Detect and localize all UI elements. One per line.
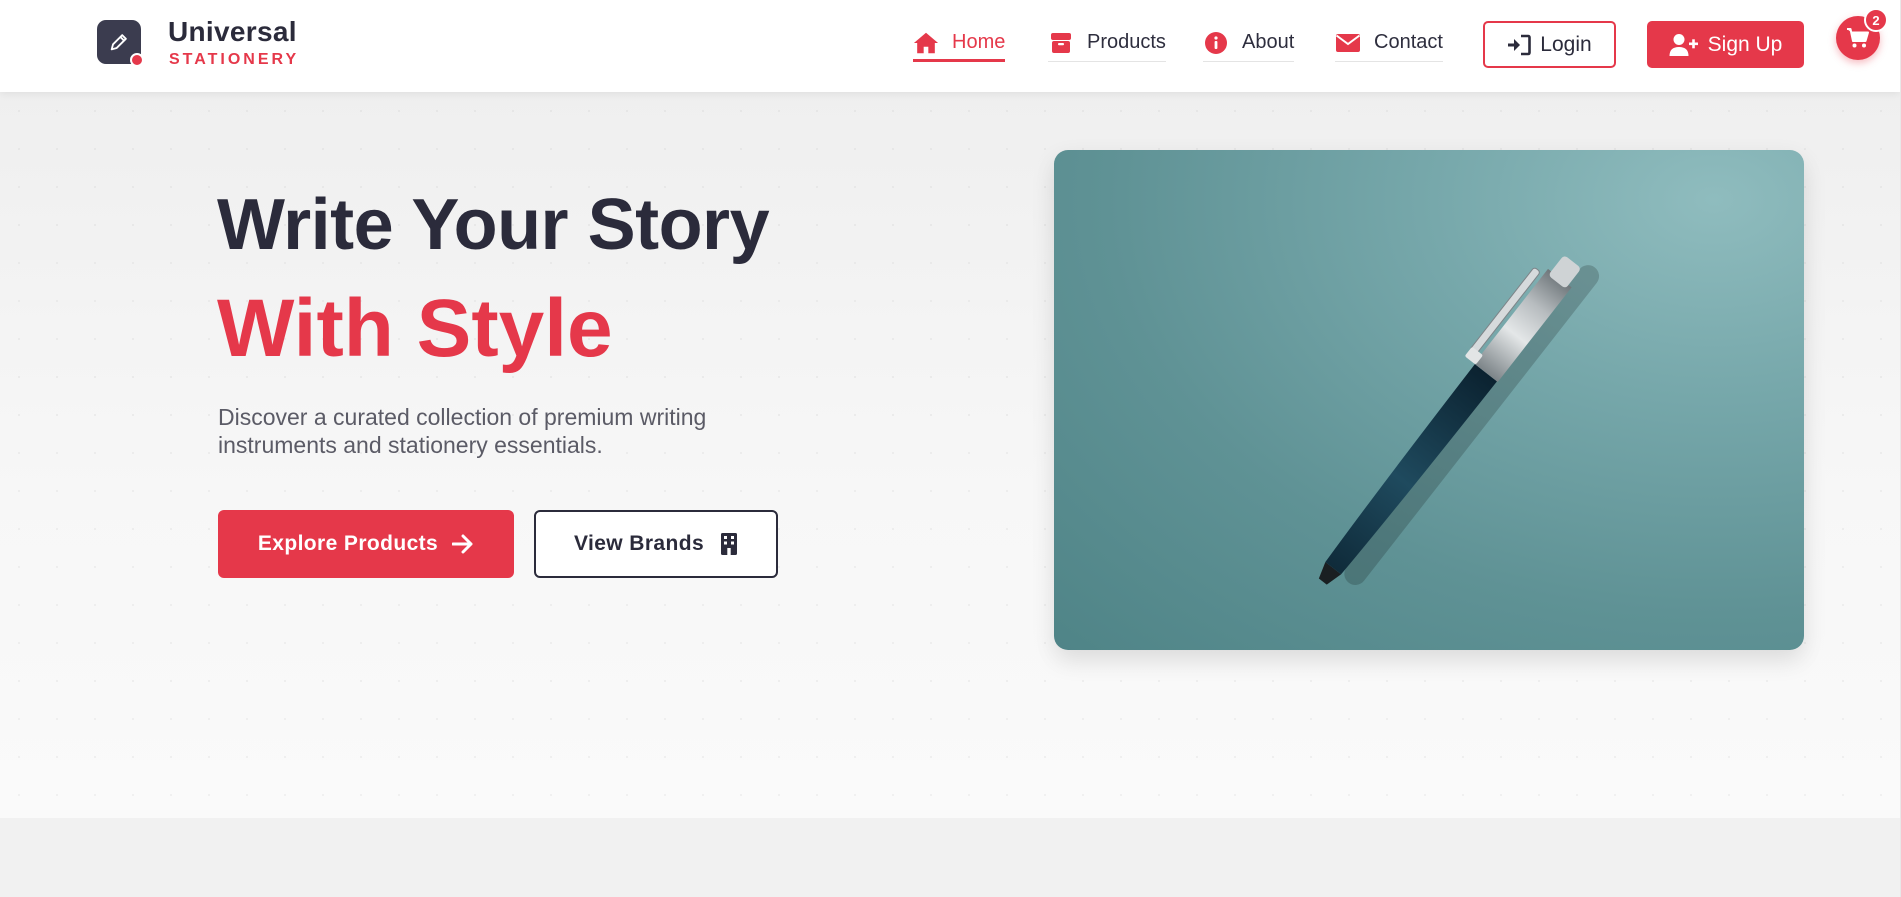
login-label: Login xyxy=(1540,32,1592,56)
logo-dot xyxy=(130,53,144,67)
explore-products-button[interactable]: Explore Products xyxy=(218,510,514,578)
hero-headline-line1: Write Your Story xyxy=(217,185,770,265)
home-icon xyxy=(913,30,939,56)
signup-button[interactable]: Sign Up xyxy=(1647,21,1804,68)
nav-item-home[interactable]: Home xyxy=(913,28,1006,62)
building-icon xyxy=(721,533,738,555)
hero-headline-line2: With Style xyxy=(217,283,613,374)
nav-item-contact[interactable]: Contact xyxy=(1335,28,1443,62)
hero-pen-image xyxy=(1054,150,1804,650)
info-icon xyxy=(1203,30,1229,56)
brand-tagline: STATIONERY xyxy=(169,51,300,68)
pencil-icon xyxy=(110,34,127,51)
next-section-band xyxy=(0,818,1900,897)
envelope-icon xyxy=(1335,30,1361,56)
box-icon xyxy=(1048,30,1074,56)
arrow-right-icon xyxy=(452,534,473,554)
nav-label-contact: Contact xyxy=(1374,31,1443,53)
nav-label-home: Home xyxy=(952,31,1006,53)
hero-section: Write Your Story With Style Discover a c… xyxy=(0,92,1900,818)
cart-count-badge: 2 xyxy=(1864,8,1888,32)
nav-label-products: Products xyxy=(1087,31,1166,53)
page: Universal STATIONERY Home Products About… xyxy=(0,0,1900,897)
shopping-cart-icon xyxy=(1847,28,1869,48)
explore-products-label: Explore Products xyxy=(257,532,439,555)
nav-item-products[interactable]: Products xyxy=(1048,28,1166,62)
login-button[interactable]: Login xyxy=(1483,21,1616,68)
nav-label-about: About xyxy=(1242,31,1295,53)
view-brands-label: View Brands xyxy=(573,532,705,555)
navbar: Universal STATIONERY Home Products About… xyxy=(0,0,1900,92)
sign-in-icon xyxy=(1508,34,1532,55)
pen-illustration xyxy=(1318,256,1600,585)
hero-description: Discover a curated collection of premium… xyxy=(218,404,707,458)
view-brands-button[interactable]: View Brands xyxy=(534,510,778,578)
nav-item-about[interactable]: About xyxy=(1203,28,1295,62)
brand-name[interactable]: Universal xyxy=(168,16,297,48)
signup-label: Sign Up xyxy=(1707,32,1783,56)
user-plus-icon xyxy=(1669,33,1698,56)
